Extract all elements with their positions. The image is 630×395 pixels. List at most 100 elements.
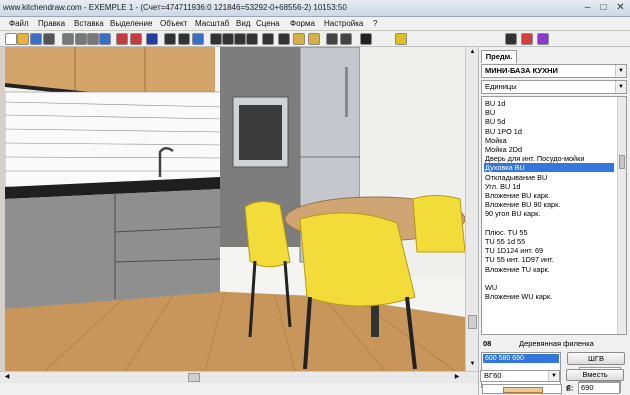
wand-icon[interactable]: [505, 33, 517, 45]
model-value: ВГ60: [484, 371, 502, 380]
tab-objects[interactable]: Предм.: [481, 50, 517, 63]
list-item[interactable]: Дверь для инт. Посудо-мойки: [484, 154, 614, 163]
finish-name: Деревянная филенка: [519, 339, 594, 348]
list-item[interactable]: Откладывание BU: [484, 173, 614, 182]
chevron-down-icon[interactable]: ▼: [615, 81, 626, 93]
w-icon[interactable]: [537, 33, 549, 45]
list-scroll-thumb[interactable]: [619, 155, 625, 169]
list-item[interactable]: BU 1PO 1d: [484, 127, 614, 136]
box-view-icon[interactable]: [293, 33, 305, 45]
toolbar: [0, 31, 630, 47]
zoom-in-icon[interactable]: [210, 33, 222, 45]
plan-view-icon[interactable]: [262, 33, 274, 45]
menu-file[interactable]: Файл: [9, 19, 29, 28]
grid-icon[interactable]: [360, 33, 372, 45]
catalog-value: МИНИ-БАЗА КУХНИ: [485, 66, 558, 75]
print-icon[interactable]: [43, 33, 55, 45]
list-item[interactable]: BU: [484, 108, 614, 117]
menu-view[interactable]: Вид: [236, 19, 250, 28]
list-item[interactable]: Духовка BU: [484, 163, 614, 173]
scene-viewport[interactable]: [5, 47, 465, 371]
list-item[interactable]: WU: [484, 283, 614, 292]
object-list[interactable]: BU 1d BU BU 5d BU 1PO 1d Мойка Мойка 2Dd Дверь…: [481, 96, 627, 335]
menu-scale[interactable]: Масштаб: [195, 19, 229, 28]
save-icon[interactable]: [30, 33, 42, 45]
height-field[interactable]: 690: [578, 382, 620, 394]
minimize-button[interactable]: –: [580, 1, 595, 15]
finish-button[interactable]: ШГВ: [567, 352, 625, 365]
scroll-right-icon[interactable]: ▶: [452, 373, 462, 382]
scroll-up-icon[interactable]: ▲: [468, 47, 477, 57]
zoom-window-icon[interactable]: [234, 33, 246, 45]
camera-icon[interactable]: [326, 33, 338, 45]
units-select[interactable]: Единицы ▼: [481, 80, 627, 94]
info-icon[interactable]: [146, 33, 158, 45]
vertical-scroll-thumb[interactable]: [468, 315, 477, 329]
menu-edit[interactable]: Правка: [38, 19, 65, 28]
menu-scene[interactable]: Сцена: [256, 19, 280, 28]
list-item[interactable]: Плюс. TU 55: [484, 228, 614, 237]
bucket-icon[interactable]: [130, 33, 142, 45]
list-item[interactable]: TU 55 инт. 1D97 инт.: [484, 255, 614, 264]
menu-insert[interactable]: Вставка: [74, 19, 104, 28]
window-title: www.kitchendraw.com - EXEMPLE 1 - (Счет=…: [3, 3, 347, 12]
redo-icon[interactable]: [192, 33, 204, 45]
camera2-icon[interactable]: [340, 33, 352, 45]
menu-object[interactable]: Объект: [160, 19, 187, 28]
undo-icon[interactable]: [99, 33, 111, 45]
model-preview: [482, 384, 562, 394]
list-item[interactable]: 90 угол BU карк.: [484, 209, 614, 218]
list-item[interactable]: [484, 219, 614, 228]
zoom-out-icon[interactable]: [222, 33, 234, 45]
list-item[interactable]: Мойка: [484, 136, 614, 145]
paste-icon[interactable]: [87, 33, 99, 45]
zoom-fit-icon[interactable]: [246, 33, 258, 45]
horizontal-scroll-thumb[interactable]: [188, 373, 200, 382]
scene-horizontal-scrollbar[interactable]: ◀ ▶: [0, 371, 478, 383]
menu-bar: Файл Правка Вставка Выделение Объект Мас…: [0, 17, 630, 31]
status-bar: [0, 383, 478, 395]
chevron-down-icon[interactable]: ▼: [548, 371, 559, 381]
copy-icon[interactable]: [75, 33, 87, 45]
open-icon[interactable]: [17, 33, 29, 45]
list-item[interactable]: Вложение BU карк.: [484, 191, 614, 200]
catalog-panel: Предм. МИНИ-БАЗА КУХНИ ▼ Единицы ▼ BU 1d…: [478, 47, 630, 395]
scene-vertical-scrollbar[interactable]: ▲ ▼: [465, 47, 478, 371]
list-item[interactable]: Вложение WU карк.: [484, 292, 614, 301]
list-item[interactable]: BU 5d: [484, 117, 614, 126]
rotate-icon[interactable]: [178, 33, 190, 45]
close-button[interactable]: ✕: [613, 1, 628, 15]
list-item[interactable]: Вложение TU карк.: [484, 265, 614, 274]
menu-form[interactable]: Форма: [290, 19, 315, 28]
object-list-scrollbar[interactable]: [617, 97, 626, 334]
scroll-down-icon[interactable]: ▼: [468, 359, 477, 369]
scroll-left-icon[interactable]: ◀: [2, 373, 12, 382]
menu-selection[interactable]: Выделение: [110, 19, 152, 28]
chevron-down-icon[interactable]: ▼: [615, 65, 626, 77]
light-icon[interactable]: [395, 33, 407, 45]
title-bar: www.kitchendraw.com - EXEMPLE 1 - (Счет=…: [0, 0, 630, 17]
price-icon[interactable]: [521, 33, 533, 45]
list-item[interactable]: Вложение BU 90 карк.: [484, 200, 614, 209]
cut-icon[interactable]: [62, 33, 74, 45]
maximize-button[interactable]: □: [596, 1, 611, 15]
elevation-view-icon[interactable]: [278, 33, 290, 45]
list-item[interactable]: BU 1d: [484, 99, 614, 108]
list-item[interactable]: TU 55 1d 55: [484, 237, 614, 246]
menu-settings[interactable]: Настройка: [324, 19, 363, 28]
catalog-select[interactable]: МИНИ-БАЗА КУХНИ ▼: [481, 64, 627, 78]
menu-help[interactable]: ?: [373, 19, 377, 28]
new-icon[interactable]: [5, 33, 17, 45]
insert-button[interactable]: Вместь: [566, 369, 624, 381]
height-label: В:: [566, 384, 574, 393]
cube-view-icon[interactable]: [308, 33, 320, 45]
model-select[interactable]: ВГ60 ▼: [480, 370, 560, 382]
brush-icon[interactable]: [116, 33, 128, 45]
list-item[interactable]: [484, 274, 614, 283]
move-icon[interactable]: [164, 33, 176, 45]
dimensions-list-item[interactable]: 600 580 690: [483, 354, 559, 363]
list-item[interactable]: Мойка 2Dd: [484, 145, 614, 154]
list-item[interactable]: TU 1D124 инт. 69: [484, 246, 614, 255]
kitchen-render: [5, 47, 465, 371]
list-item[interactable]: Угл. BU 1d: [484, 182, 614, 191]
